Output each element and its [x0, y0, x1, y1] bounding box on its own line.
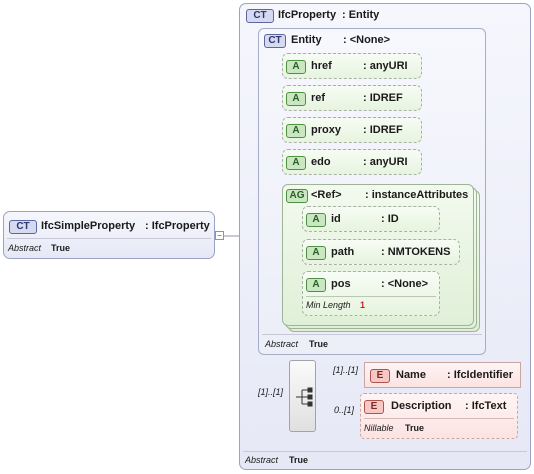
- collapse-toggle[interactable]: −: [215, 231, 224, 240]
- complex-type-icon: CT: [9, 220, 37, 234]
- attribute-proxy[interactable]: A proxy : IDREF: [282, 117, 422, 143]
- attribute-name: path: [331, 246, 355, 258]
- attribute-name: edo: [311, 156, 331, 168]
- abstract-value: True: [289, 455, 309, 465]
- ifcsimpleproperty-box[interactable]: CT IfcSimpleProperty : IfcProperty Abstr…: [3, 211, 215, 259]
- divider: [262, 334, 482, 335]
- attribute-href[interactable]: A href : anyURI: [282, 53, 422, 79]
- attribute-type: : IDREF: [363, 92, 403, 104]
- attribute-icon: A: [286, 92, 306, 106]
- sequence-occurrence: [1]..[1]: [258, 387, 284, 397]
- attribute-pos[interactable]: A pos : <None> Min Length 1: [302, 271, 440, 316]
- type-name: IfcProperty: [278, 9, 337, 21]
- attribute-edo[interactable]: A edo : anyURI: [282, 149, 422, 175]
- min-length-value: 1: [360, 300, 366, 310]
- attribute-name: proxy: [311, 124, 341, 136]
- element-type: : IfcText: [465, 400, 507, 412]
- divider: [7, 238, 211, 239]
- attribute-path[interactable]: A path : NMTOKENS: [302, 239, 460, 265]
- attribute-name: href: [311, 60, 332, 72]
- divider: [306, 296, 436, 297]
- name-occurrence: [1]..[1]: [333, 365, 359, 375]
- attribute-icon: A: [306, 246, 326, 260]
- complex-type-icon: CT: [246, 9, 274, 23]
- attribute-name: pos: [331, 278, 351, 290]
- divider: [243, 451, 527, 452]
- base-type: : <None>: [343, 34, 391, 46]
- sequence-icon: [296, 387, 313, 407]
- base-type: : IfcProperty: [145, 220, 210, 232]
- attribute-type: : NMTOKENS: [381, 246, 451, 258]
- complex-type-icon: CT: [264, 34, 286, 48]
- attribute-name: id: [331, 213, 341, 225]
- min-length-key: Min Length: [306, 300, 351, 310]
- attribute-name: ref: [311, 92, 326, 104]
- attribute-type: : anyURI: [363, 60, 408, 72]
- attribute-icon: A: [306, 213, 326, 227]
- element-name-label: Description: [391, 400, 452, 412]
- element-type: : IfcIdentifier: [447, 369, 514, 381]
- group-name: <Ref>: [311, 189, 342, 201]
- attribute-id[interactable]: A id : ID: [302, 206, 440, 232]
- attribute-icon: A: [286, 60, 306, 74]
- nillable-value: True: [405, 423, 425, 433]
- abstract-key: Abstract: [265, 339, 299, 349]
- attribute-type: : anyURI: [363, 156, 408, 168]
- attribute-icon: A: [306, 278, 326, 292]
- attribute-group-icon: AG: [286, 189, 308, 203]
- abstract-key: Abstract: [8, 243, 42, 253]
- abstract-value: True: [51, 243, 71, 253]
- element-icon: E: [364, 400, 384, 414]
- attribute-icon: A: [286, 156, 306, 170]
- abstract-value: True: [309, 339, 329, 349]
- type-name: Entity: [291, 34, 322, 46]
- element-icon: E: [370, 369, 390, 383]
- attribute-type: : IDREF: [363, 124, 403, 136]
- divider: [364, 418, 514, 419]
- nillable-key: Nillable: [364, 423, 394, 433]
- sequence-compositor[interactable]: [289, 360, 316, 432]
- type-name: IfcSimpleProperty: [41, 220, 136, 232]
- attribute-type: : <None>: [381, 278, 429, 290]
- element-name[interactable]: E Name : IfcIdentifier: [364, 362, 521, 388]
- attribute-icon: A: [286, 124, 306, 138]
- base-type: : Entity: [342, 9, 380, 21]
- element-name-label: Name: [396, 369, 426, 381]
- group-type: : instanceAttributes: [365, 189, 469, 201]
- attribute-type: : ID: [381, 213, 399, 225]
- attribute-ref[interactable]: A ref : IDREF: [282, 85, 422, 111]
- abstract-key: Abstract: [245, 455, 279, 465]
- element-description[interactable]: E Description : IfcText Nillable True: [360, 393, 518, 439]
- description-occurrence: 0..[1]: [334, 405, 355, 415]
